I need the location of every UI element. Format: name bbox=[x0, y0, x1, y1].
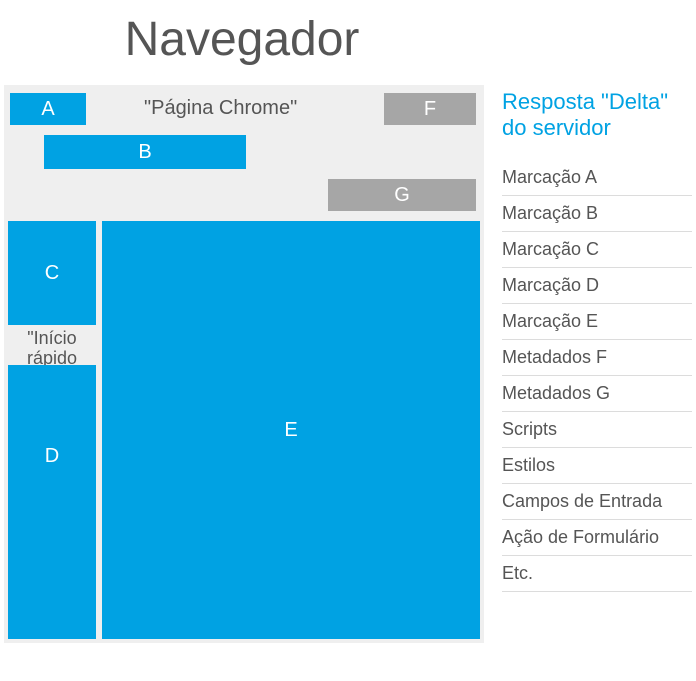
browser-panel: "Página Chrome" A F B G C "Conteúdo Prin… bbox=[4, 85, 484, 643]
list-item: Metadados F bbox=[502, 340, 692, 376]
list-item: Ação de Formulário bbox=[502, 520, 692, 556]
diagram-title: Navegador bbox=[0, 12, 484, 67]
box-g: G bbox=[328, 179, 476, 211]
box-c: C bbox=[8, 221, 96, 325]
server-delta-sidebar: Resposta "Delta" do servidor Marcação A … bbox=[502, 85, 692, 643]
diagram-layout: "Página Chrome" A F B G C "Conteúdo Prin… bbox=[0, 85, 696, 643]
box-b: B bbox=[44, 135, 246, 169]
box-a: A bbox=[10, 93, 86, 125]
box-e: E bbox=[102, 221, 480, 639]
list-item: Campos de Entrada bbox=[502, 484, 692, 520]
box-d: D bbox=[8, 365, 96, 639]
list-item: Marcação B bbox=[502, 196, 692, 232]
list-item: Marcação E bbox=[502, 304, 692, 340]
list-item: Marcação D bbox=[502, 268, 692, 304]
sidebar-title: Resposta "Delta" do servidor bbox=[502, 89, 692, 142]
quick-start-label: "Início rápido bbox=[8, 329, 96, 369]
list-item: Scripts bbox=[502, 412, 692, 448]
chrome-label: "Página Chrome" bbox=[144, 97, 297, 120]
list-item: Estilos bbox=[502, 448, 692, 484]
list-item: Marcação A bbox=[502, 160, 692, 196]
list-item: Metadados G bbox=[502, 376, 692, 412]
box-f: F bbox=[384, 93, 476, 125]
list-item: Etc. bbox=[502, 556, 692, 592]
list-item: Marcação C bbox=[502, 232, 692, 268]
